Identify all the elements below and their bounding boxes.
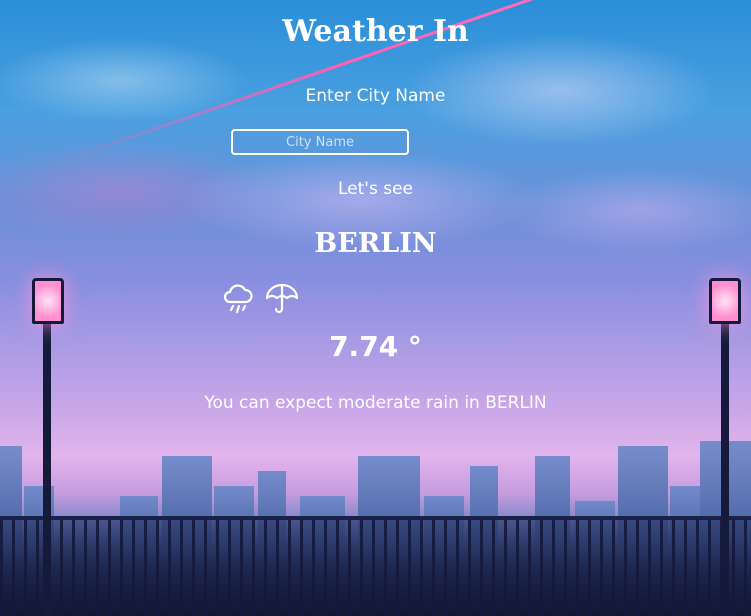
- weather-description: You can expect moderate rain in BERLIN: [204, 393, 547, 413]
- umbrella-icon: [264, 280, 300, 316]
- lets-see-button[interactable]: Let's see: [316, 179, 436, 199]
- cloud-rain-icon: [220, 280, 256, 316]
- app-title: Weather In: [282, 14, 469, 49]
- city-prompt-label: Enter City Name: [305, 86, 446, 106]
- weather-app: Weather In Enter City Name Let's see BER…: [0, 0, 751, 616]
- weather-icons: [220, 280, 300, 316]
- temperature-value: 7.74 °: [329, 330, 422, 363]
- city-input[interactable]: [231, 129, 409, 155]
- city-name: BERLIN: [314, 228, 437, 259]
